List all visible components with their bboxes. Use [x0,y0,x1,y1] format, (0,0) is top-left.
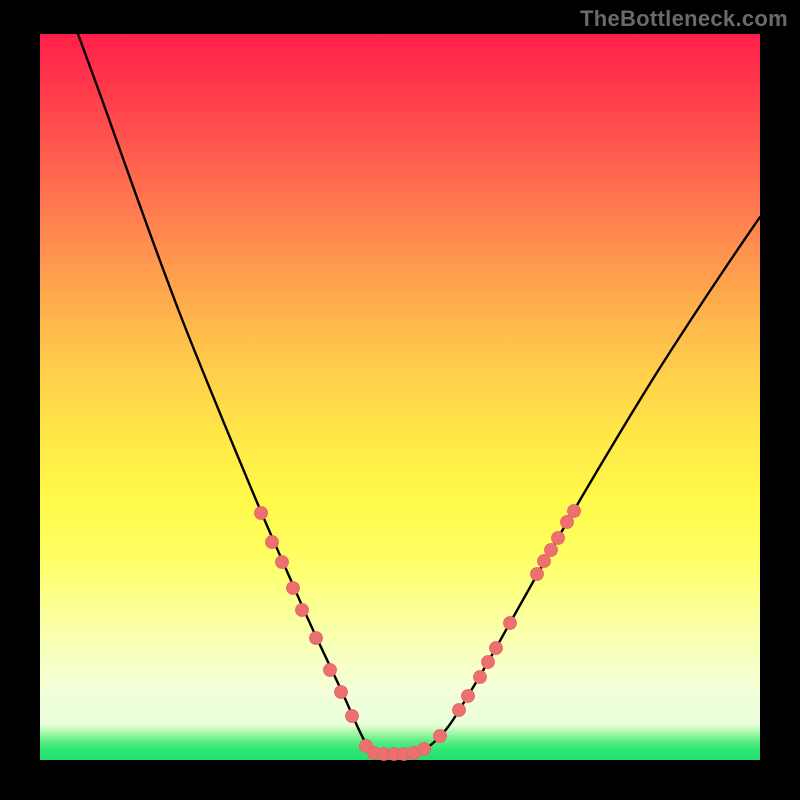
data-dot [434,730,447,743]
chart-frame: TheBottleneck.com [0,0,800,800]
attribution-label: TheBottleneck.com [580,6,788,32]
data-dot [474,671,487,684]
data-dot [287,582,300,595]
data-dot [568,505,581,518]
data-dots [255,505,581,761]
data-dot [266,536,279,549]
plot-area [40,34,760,760]
data-dot [545,544,558,557]
chart-svg [40,34,760,760]
data-dot [255,507,268,520]
curve-right [380,217,760,754]
curve-left [78,34,380,754]
data-dot [296,604,309,617]
data-dot [346,710,359,723]
data-dot [453,704,466,717]
data-dot [482,656,495,669]
data-dot [276,556,289,569]
data-dot [504,617,517,630]
data-dot [310,632,323,645]
data-dot [418,743,431,756]
data-dot [490,642,503,655]
data-dot [324,664,337,677]
data-dot [531,568,544,581]
data-dot [335,686,348,699]
data-dot [552,532,565,545]
data-dot [462,690,475,703]
